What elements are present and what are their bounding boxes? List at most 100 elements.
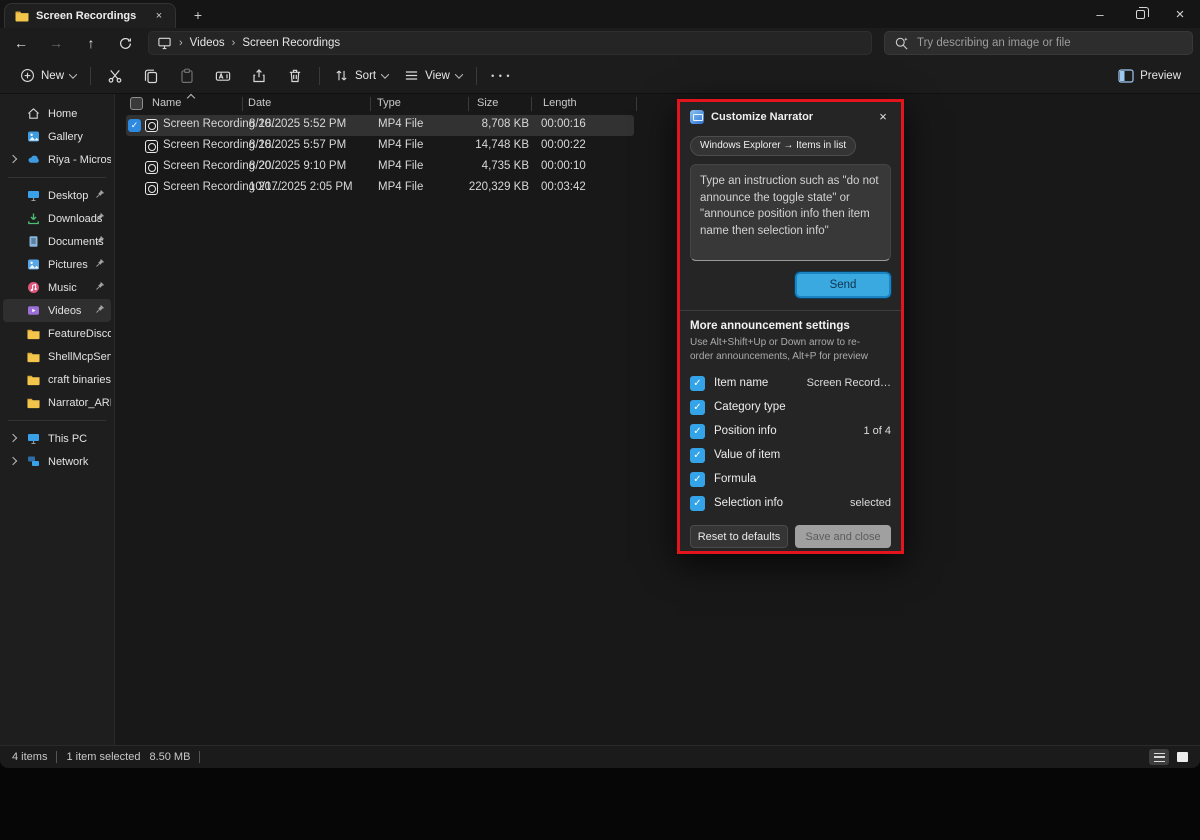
mp4-file-icon	[145, 119, 158, 132]
up-icon[interactable]	[78, 31, 104, 55]
setting-value-of-item: Value of item	[690, 443, 891, 467]
checkbox-checked[interactable]	[690, 496, 705, 511]
sidebar-item-documents[interactable]: Documents	[3, 230, 111, 253]
minimize-button[interactable]	[1080, 0, 1120, 28]
desktop-icon	[27, 189, 40, 202]
file-row[interactable]: Screen Recording 20… 10/17/2025 2:05 PM …	[126, 178, 634, 199]
chevron-right-icon[interactable]	[9, 155, 17, 163]
breadcrumb-screen-recordings[interactable]: Screen Recordings	[242, 37, 340, 49]
mp4-file-icon	[145, 182, 158, 195]
pin-icon	[95, 258, 105, 268]
rename-icon	[215, 68, 231, 84]
sidebar-item-onedrive[interactable]: Riya - Microsoft	[3, 148, 111, 171]
sidebar-item-craft-binaries[interactable]: craft binaries	[3, 368, 111, 391]
view-button[interactable]: View	[396, 62, 470, 90]
details-view-button[interactable]	[1149, 749, 1169, 765]
sidebar-item-narrator-arm[interactable]: Narrator_ARM_281	[3, 391, 111, 414]
file-row[interactable]: Screen Recording 20… 8/20/2025 9:10 PM M…	[126, 157, 634, 178]
file-size: 220,329 KB	[436, 181, 529, 193]
more-options-button[interactable]	[483, 62, 519, 90]
section-hint: Use Alt+Shift+Up or Down arrow to re-ord…	[690, 336, 882, 363]
breadcrumb[interactable]: Videos Screen Recordings	[148, 31, 872, 55]
checkbox-checked[interactable]	[690, 376, 705, 391]
copy-button[interactable]	[133, 62, 169, 90]
file-type: MP4 File	[378, 160, 423, 172]
file-row[interactable]: Screen Recording 20… 8/18/2025 5:57 PM M…	[126, 136, 634, 157]
new-tab-button[interactable]	[188, 6, 208, 26]
trash-icon	[287, 68, 303, 84]
large-icons-view-button[interactable]	[1172, 749, 1192, 765]
tab-close-icon[interactable]	[151, 8, 167, 24]
checkbox-checked[interactable]	[690, 400, 705, 415]
back-icon[interactable]	[8, 31, 34, 55]
navigation-pane: Home Gallery Riya - Microsoft Desktop Do…	[0, 94, 115, 745]
cut-button[interactable]	[97, 62, 133, 90]
sort-button[interactable]: Sort	[326, 62, 396, 90]
chevron-down-icon	[455, 70, 463, 78]
tab-screen-recordings[interactable]: Screen Recordings	[4, 3, 176, 28]
refresh-icon[interactable]	[112, 31, 138, 55]
preview-icon	[1118, 69, 1134, 83]
column-date[interactable]: Date	[248, 97, 271, 109]
sidebar-item-pictures[interactable]: Pictures	[3, 253, 111, 276]
file-length: 00:00:22	[541, 139, 586, 151]
setting-position-info: Position info 1 of 4	[690, 419, 891, 443]
sidebar-item-network[interactable]: Network	[3, 450, 111, 473]
select-all-checkbox[interactable]	[130, 97, 143, 110]
reset-to-defaults-button[interactable]: Reset to defaults	[690, 525, 788, 548]
save-and-close-button[interactable]: Save and close	[795, 525, 891, 548]
column-length[interactable]: Length	[543, 97, 577, 109]
search-input[interactable]	[917, 37, 1183, 49]
downloads-icon	[27, 212, 40, 225]
checkbox-checked[interactable]	[690, 448, 705, 463]
sidebar-item-downloads[interactable]: Downloads	[3, 207, 111, 230]
sort-ascending-icon	[187, 94, 195, 102]
breadcrumb-videos[interactable]: Videos	[190, 37, 225, 49]
close-button[interactable]	[1160, 0, 1200, 28]
section-title: More announcement settings	[690, 320, 891, 332]
dialog-close-icon[interactable]	[875, 109, 891, 125]
file-date: 8/20/2025 9:10 PM	[249, 160, 346, 172]
search-box[interactable]	[884, 31, 1193, 55]
pin-icon	[95, 212, 105, 222]
sidebar-item-videos[interactable]: Videos	[3, 299, 111, 322]
share-button[interactable]	[241, 62, 277, 90]
file-type: MP4 File	[378, 118, 423, 130]
send-button[interactable]: Send	[795, 272, 891, 298]
paste-button[interactable]	[169, 62, 205, 90]
status-bar: 4 items 1 item selected 8.50 MB	[0, 745, 1200, 768]
file-type: MP4 File	[378, 181, 423, 193]
dialog-title: Customize Narrator	[711, 111, 875, 123]
sidebar-item-desktop[interactable]: Desktop	[3, 184, 111, 207]
chevron-right-icon[interactable]	[9, 457, 17, 465]
column-name[interactable]: Name	[152, 97, 181, 109]
chevron-right-icon[interactable]	[9, 434, 17, 442]
rename-button[interactable]	[205, 62, 241, 90]
chevron-down-icon	[381, 70, 389, 78]
preview-button[interactable]: Preview	[1109, 62, 1190, 90]
file-size: 4,735 KB	[436, 160, 529, 172]
search-icon	[894, 36, 909, 51]
instruction-textarea[interactable]	[690, 164, 891, 261]
sidebar-item-music[interactable]: Music	[3, 276, 111, 299]
file-row-selected[interactable]: Screen Recording 20… 8/18/2025 5:52 PM M…	[126, 115, 634, 136]
sidebar-item-home[interactable]: Home	[3, 102, 111, 125]
new-button[interactable]: New	[12, 62, 84, 90]
narrator-app-icon	[690, 110, 704, 124]
sidebar-item-shellmcpservers[interactable]: ShellMcpServers	[3, 345, 111, 368]
sidebar-item-featurediscoverability[interactable]: FeatureDiscoverabil	[3, 322, 111, 345]
setting-formula: Formula	[690, 467, 891, 491]
folder-icon	[27, 328, 40, 340]
sidebar-item-gallery[interactable]: Gallery	[3, 125, 111, 148]
sidebar-item-this-pc[interactable]: This PC	[3, 427, 111, 450]
checkbox-checked[interactable]	[690, 424, 705, 439]
restore-button[interactable]	[1120, 0, 1160, 28]
pin-icon	[95, 281, 105, 291]
column-size[interactable]: Size	[477, 97, 498, 109]
row-checkbox-checked[interactable]	[128, 119, 141, 132]
checkbox-checked[interactable]	[690, 472, 705, 487]
navigation-bar: Videos Screen Recordings	[0, 28, 1200, 58]
column-type[interactable]: Type	[377, 97, 401, 109]
forward-icon[interactable]	[43, 31, 69, 55]
delete-button[interactable]	[277, 62, 313, 90]
